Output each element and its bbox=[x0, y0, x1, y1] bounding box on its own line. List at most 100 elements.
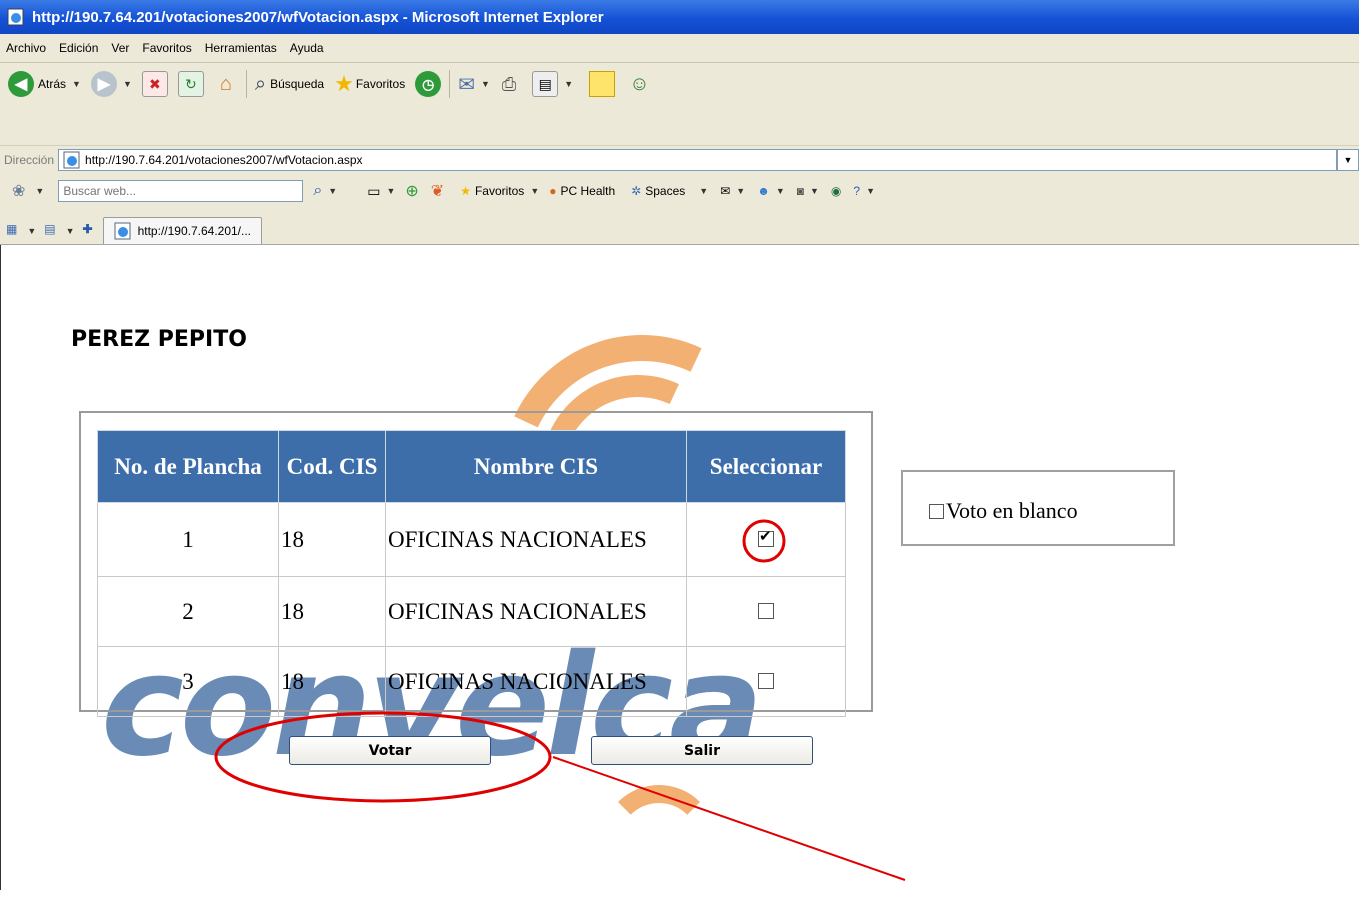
cell-nombre: OFICINAS NACIONALES bbox=[385, 502, 687, 577]
chevron-down-icon[interactable]: ▼ bbox=[386, 186, 395, 196]
window-icon[interactable]: ▭ bbox=[367, 183, 380, 200]
tools-icon[interactable]: ◉ bbox=[831, 184, 841, 198]
history-icon[interactable]: ◷ bbox=[415, 71, 442, 97]
chevron-down-icon[interactable]: ▼ bbox=[27, 226, 36, 236]
table-row: 3 18 OFICINAS NACIONALES bbox=[97, 646, 846, 717]
stop-icon[interactable]: ✖ bbox=[141, 71, 168, 97]
search-icon[interactable]: ⌕ bbox=[313, 182, 322, 200]
favorites-star-icon: ★ bbox=[334, 71, 354, 96]
select-checkbox-1[interactable] bbox=[758, 527, 774, 547]
ie-page-icon bbox=[7, 8, 24, 26]
refresh-icon[interactable]: ↻ bbox=[177, 71, 204, 97]
health-icon: ● bbox=[549, 184, 557, 198]
chevron-down-icon[interactable]: ▼ bbox=[35, 186, 44, 196]
edit-icon[interactable]: ▤ bbox=[532, 71, 559, 97]
messenger-icon[interactable]: ☺ bbox=[629, 73, 649, 96]
col-header-nombre: Nombre CIS bbox=[385, 430, 687, 503]
blank-vote-label: Voto en blanco bbox=[946, 498, 1078, 523]
contacts-icon[interactable]: ☻ bbox=[757, 184, 770, 198]
chevron-down-icon[interactable]: ▼ bbox=[866, 186, 875, 196]
web-search-input[interactable] bbox=[58, 180, 304, 202]
standard-toolbar: ◀ Atrás ▼ ▶ ▼ ✖ ↻ ⌂ ⌕ Búsqueda ★ Favorit… bbox=[0, 63, 1359, 145]
blank-vote-option[interactable]: Voto en blanco bbox=[929, 498, 1078, 524]
mail-icon[interactable]: ✉ bbox=[720, 184, 730, 198]
address-input[interactable]: http://190.7.64.201/votaciones2007/wfVot… bbox=[58, 149, 1337, 171]
menu-favoritos[interactable]: Favoritos bbox=[142, 41, 191, 55]
chevron-down-icon[interactable]: ▼ bbox=[123, 79, 132, 89]
quick-tabs-icon[interactable]: ▦ bbox=[6, 222, 17, 236]
menu-archivo[interactable]: Archivo bbox=[6, 41, 46, 55]
add-icon[interactable]: ⊕ bbox=[405, 181, 418, 201]
back-label: Atrás bbox=[38, 77, 67, 91]
chevron-down-icon[interactable]: ▼ bbox=[481, 79, 490, 89]
print-icon[interactable]: ⎙ bbox=[502, 74, 516, 95]
window-title: http://190.7.64.201/votaciones2007/wfVot… bbox=[32, 8, 604, 26]
chevron-down-icon[interactable]: ▼ bbox=[810, 186, 819, 196]
menu-bar: Archivo Edición Ver Favoritos Herramient… bbox=[0, 34, 1359, 63]
pc-health-link[interactable]: PC Health bbox=[560, 184, 615, 198]
chevron-down-icon[interactable]: ▼ bbox=[564, 79, 573, 89]
chevron-down-icon[interactable]: ▼ bbox=[66, 226, 75, 236]
table-row: 2 18 OFICINAS NACIONALES bbox=[97, 576, 846, 647]
butterfly-icon[interactable]: ❦ bbox=[431, 181, 444, 201]
col-header-seleccionar: Seleccionar bbox=[686, 430, 846, 503]
chevron-down-icon[interactable]: ▼ bbox=[736, 186, 745, 196]
tab-bar: ▦ ▼ ▤ ▼ ✚ http://190.7.64.201/... bbox=[0, 209, 1359, 245]
spaces-icon: ✲ bbox=[631, 184, 642, 198]
help-icon[interactable]: ? bbox=[853, 184, 860, 198]
back-button[interactable]: ◀ Atrás ▼ bbox=[8, 71, 81, 97]
address-bar: Dirección http://190.7.64.201/votaciones… bbox=[0, 145, 1359, 174]
ballot-table: No. de Plancha Cod. CIS Nombre CIS Selec… bbox=[97, 430, 846, 717]
menu-edicion[interactable]: Edición bbox=[59, 41, 98, 55]
favorites-button[interactable]: ★ Favoritos bbox=[334, 71, 405, 97]
menu-herramientas[interactable]: Herramientas bbox=[205, 41, 277, 55]
spaces-link[interactable]: Spaces bbox=[645, 184, 685, 198]
search-label: Búsqueda bbox=[270, 77, 325, 91]
blank-vote-checkbox[interactable] bbox=[929, 504, 944, 519]
menu-ayuda[interactable]: Ayuda bbox=[290, 41, 324, 55]
chevron-down-icon[interactable]: ▼ bbox=[328, 186, 337, 196]
note-icon[interactable] bbox=[589, 71, 616, 97]
col-header-cod: Cod. CIS bbox=[278, 430, 386, 503]
select-checkbox-2[interactable] bbox=[758, 602, 774, 619]
watermark-arc bbox=[601, 785, 717, 901]
cell-plancha: 1 bbox=[97, 502, 279, 577]
toolbar-separator bbox=[245, 70, 247, 98]
cell-cod: 18 bbox=[278, 646, 386, 717]
back-icon: ◀ bbox=[8, 71, 34, 97]
menu-ver[interactable]: Ver bbox=[111, 41, 129, 55]
cell-plancha: 2 bbox=[97, 576, 279, 647]
address-label: Dirección bbox=[4, 153, 55, 167]
home-icon[interactable]: ⌂ bbox=[214, 72, 238, 96]
mail-icon[interactable]: ✉ bbox=[458, 72, 475, 97]
ie-page-icon bbox=[63, 151, 80, 169]
favorites-link[interactable]: Favoritos bbox=[475, 184, 524, 198]
search-toolbar: ❀ ▼ ⌕ ▼ ▭ ▼ ⊕ ❦ ★ Favoritos ▼ ● PC Healt… bbox=[0, 173, 1359, 209]
toolbar-separator bbox=[449, 70, 451, 98]
tab-current[interactable]: http://190.7.64.201/... bbox=[102, 217, 263, 244]
col-header-plancha: No. de Plancha bbox=[97, 430, 279, 503]
address-dropdown[interactable]: ▼ bbox=[1337, 149, 1359, 171]
vote-button[interactable]: Votar bbox=[289, 736, 491, 765]
table-row: 1 18 OFICINAS NACIONALES bbox=[97, 502, 846, 577]
feed-icon[interactable]: ◙ bbox=[797, 184, 804, 198]
cell-cod: 18 bbox=[278, 576, 386, 647]
forward-button[interactable]: ▶ ▼ bbox=[90, 71, 132, 97]
chevron-down-icon[interactable]: ▼ bbox=[699, 186, 708, 196]
cell-nombre: OFICINAS NACIONALES bbox=[385, 646, 687, 717]
forward-icon: ▶ bbox=[90, 71, 117, 97]
chevron-down-icon[interactable]: ▼ bbox=[776, 186, 785, 196]
cell-plancha: 3 bbox=[97, 646, 279, 717]
msn-icon[interactable]: ❀ bbox=[12, 181, 25, 201]
exit-button[interactable]: Salir bbox=[591, 736, 813, 765]
select-checkbox-3[interactable] bbox=[758, 672, 774, 689]
chevron-down-icon[interactable]: ▼ bbox=[72, 79, 81, 89]
search-icon: ⌕ bbox=[254, 72, 267, 95]
new-tab-icon[interactable]: ✚ bbox=[83, 222, 93, 236]
table-header-row: No. de Plancha Cod. CIS Nombre CIS Selec… bbox=[97, 430, 846, 503]
cell-cod: 18 bbox=[278, 502, 386, 577]
tab-list-icon[interactable]: ▤ bbox=[44, 222, 55, 236]
chevron-down-icon[interactable]: ▼ bbox=[530, 186, 539, 196]
chevron-down-icon: ▼ bbox=[1343, 155, 1353, 165]
search-button[interactable]: ⌕ Búsqueda bbox=[255, 73, 324, 96]
